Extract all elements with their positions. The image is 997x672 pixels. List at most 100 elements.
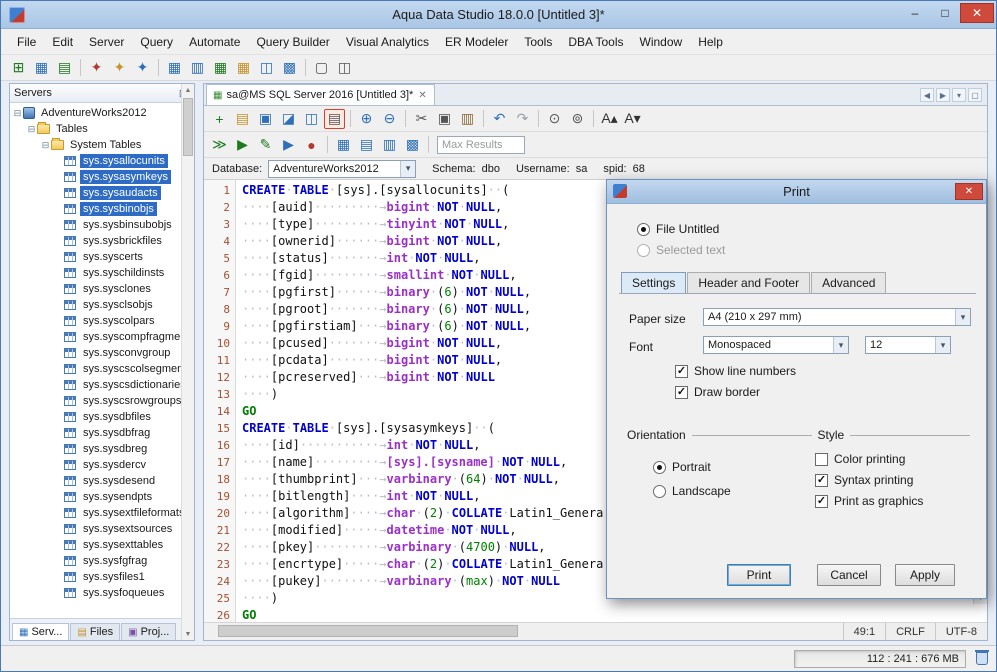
- scroll-down-icon[interactable]: ▼: [182, 628, 194, 640]
- option-draw-border[interactable]: ✓Draw border: [675, 385, 796, 399]
- new-file-icon[interactable]: +: [209, 109, 230, 129]
- font-decrease-icon[interactable]: A▾: [622, 109, 643, 129]
- window-list-icon[interactable]: ◫: [334, 58, 355, 78]
- print-tab-settings[interactable]: Settings: [621, 272, 686, 294]
- query-builder-icon[interactable]: ✦: [109, 58, 130, 78]
- encoding-selector[interactable]: UTF-8: [935, 623, 987, 640]
- print-button[interactable]: Print: [727, 564, 791, 586]
- table-data-icon[interactable]: ▦: [164, 58, 185, 78]
- font-select[interactable]: Monospaced ▾: [703, 336, 849, 354]
- tab-close-icon[interactable]: ✕: [417, 90, 427, 101]
- tree-node-sys-sysclsobjs[interactable]: sys.sysclsobjs: [10, 297, 194, 313]
- radio-selected-icon[interactable]: [653, 461, 666, 474]
- menu-file[interactable]: File: [9, 31, 44, 53]
- compare-tool-icon[interactable]: ◫: [256, 58, 277, 78]
- tree-node-sys-sysdercv[interactable]: sys.sysdercv: [10, 457, 194, 473]
- checkbox-checked-icon[interactable]: ✓: [675, 386, 688, 399]
- radio-unselected-icon[interactable]: [637, 244, 650, 257]
- print-icon[interactable]: ▤: [324, 109, 345, 129]
- tree-node-sys-sysbinsubobjs[interactable]: sys.sysbinsubobjs: [10, 217, 194, 233]
- scroll-up-icon[interactable]: ▲: [182, 84, 194, 96]
- garbage-collect-icon[interactable]: [976, 652, 988, 665]
- close-button[interactable]: ✕: [960, 3, 994, 23]
- tree-expander-icon[interactable]: ⊟: [12, 108, 23, 119]
- redo-icon[interactable]: ↷: [512, 109, 533, 129]
- execute-export-icon[interactable]: ▶: [278, 135, 299, 155]
- tree-expander-icon[interactable]: ⊟: [26, 124, 37, 135]
- line-ending-selector[interactable]: CRLF: [885, 623, 935, 640]
- tab-scroll-left-icon[interactable]: ◀: [920, 88, 934, 102]
- save-icon[interactable]: ▣: [255, 109, 276, 129]
- print-tab-header-and-footer[interactable]: Header and Footer: [687, 272, 810, 294]
- record-icon[interactable]: ●: [301, 135, 322, 155]
- menu-window[interactable]: Window: [632, 31, 691, 53]
- tree-node-system-tables[interactable]: ⊟System Tables: [10, 137, 194, 153]
- tree-node-sys-sysfgfrag[interactable]: sys.sysfgfrag: [10, 553, 194, 569]
- tree-node-sys-sysdbfiles[interactable]: sys.sysdbfiles: [10, 409, 194, 425]
- menu-query-builder[interactable]: Query Builder: [248, 31, 337, 53]
- tree-node-sys-syscolpars[interactable]: sys.syscolpars: [10, 313, 194, 329]
- execute-icon[interactable]: ▶: [232, 135, 253, 155]
- checkbox-checked-icon[interactable]: ✓: [815, 474, 828, 487]
- er-modeler-icon[interactable]: ✦: [132, 58, 153, 78]
- zoom-out-icon[interactable]: ⊖: [379, 109, 400, 129]
- cut-icon[interactable]: ✂: [411, 109, 432, 129]
- tree-node-sys-sysendpts[interactable]: sys.sysendpts: [10, 489, 194, 505]
- editor-hscrollbar-thumb[interactable]: [218, 625, 518, 637]
- style-syntax-printing[interactable]: ✓Syntax printing: [815, 473, 923, 487]
- cancel-button[interactable]: Cancel: [817, 564, 881, 586]
- tree-node-sys-sysasymkeys[interactable]: sys.sysasymkeys: [10, 169, 194, 185]
- tree-node-sys-syscompfragmen[interactable]: sys.syscompfragmen: [10, 329, 194, 345]
- table-ddl-icon[interactable]: ▥: [187, 58, 208, 78]
- results-grid-icon[interactable]: ▦: [333, 135, 354, 155]
- tree-node-sys-syscsdictionaries[interactable]: sys.syscsdictionaries: [10, 377, 194, 393]
- results-pivot-icon[interactable]: ▩: [402, 135, 423, 155]
- schema-browser-icon[interactable]: ▤: [54, 58, 75, 78]
- scope-selected-text[interactable]: Selected text: [637, 243, 725, 257]
- tree-node-sys-sysextsources[interactable]: sys.sysextsources: [10, 521, 194, 537]
- tab-list-icon[interactable]: ▾: [952, 88, 966, 102]
- panel-tab-proj[interactable]: ▣Proj...: [121, 623, 176, 640]
- radio-unselected-icon[interactable]: [653, 485, 666, 498]
- save-as-icon[interactable]: ◪: [278, 109, 299, 129]
- tree-node-sys-sysconvgroup[interactable]: sys.sysconvgroup: [10, 345, 194, 361]
- tree-node-sys-sysclones[interactable]: sys.sysclones: [10, 281, 194, 297]
- tree-scrollbar-thumb[interactable]: [183, 98, 193, 156]
- save-all-icon[interactable]: ◫: [301, 109, 322, 129]
- checkbox-checked-icon[interactable]: ✓: [815, 495, 828, 508]
- results-text-icon[interactable]: ▤: [356, 135, 377, 155]
- font-increase-icon[interactable]: A▴: [599, 109, 620, 129]
- tree-node-sys-sysexttables[interactable]: sys.sysexttables: [10, 537, 194, 553]
- print-tab-advanced[interactable]: Advanced: [811, 272, 886, 294]
- style-print-as-graphics[interactable]: ✓Print as graphics: [815, 494, 923, 508]
- paper-size-select[interactable]: A4 (210 x 297 mm) ▾: [703, 308, 971, 326]
- minimize-button[interactable]: –: [900, 3, 930, 23]
- menu-help[interactable]: Help: [690, 31, 731, 53]
- tab-maximize-icon[interactable]: ▢: [968, 88, 982, 102]
- tree-node-sys-sysextfileformats[interactable]: sys.sysextfileformats: [10, 505, 194, 521]
- checkbox-unchecked-icon[interactable]: [815, 453, 828, 466]
- menu-edit[interactable]: Edit: [44, 31, 81, 53]
- orientation-portrait[interactable]: Portrait: [653, 460, 731, 474]
- copy-icon[interactable]: ▣: [434, 109, 455, 129]
- panel-tab-files[interactable]: ▤Files: [70, 623, 120, 640]
- tree-node-sys-sysdbreg[interactable]: sys.sysdbreg: [10, 441, 194, 457]
- maximize-button[interactable]: □: [930, 3, 960, 23]
- tree-scrollbar[interactable]: ▲ ▼: [181, 84, 194, 640]
- query-analyzer-icon[interactable]: ✦: [86, 58, 107, 78]
- open-window-icon[interactable]: ▢: [311, 58, 332, 78]
- tree-node-sys-sysdesend[interactable]: sys.sysdesend: [10, 473, 194, 489]
- open-file-icon[interactable]: ▤: [232, 109, 253, 129]
- tree-node-tables[interactable]: ⊟Tables: [10, 121, 194, 137]
- document-tab[interactable]: ▦ sa@MS SQL Server 2016 [Untitled 3]* ✕: [206, 84, 435, 105]
- tree-node-sys-sysfiles1[interactable]: sys.sysfiles1: [10, 569, 194, 585]
- font-size-select[interactable]: 12 ▾: [865, 336, 951, 354]
- menu-automate[interactable]: Automate: [181, 31, 248, 53]
- register-server-icon[interactable]: ⊞: [8, 58, 29, 78]
- zoom-in-icon[interactable]: ⊕: [356, 109, 377, 129]
- editor-hscrollbar[interactable]: [204, 623, 843, 640]
- menu-query[interactable]: Query: [132, 31, 181, 53]
- scope-file-untitled[interactable]: File Untitled: [637, 222, 725, 236]
- max-results-input[interactable]: [437, 136, 525, 154]
- menu-server[interactable]: Server: [81, 31, 132, 53]
